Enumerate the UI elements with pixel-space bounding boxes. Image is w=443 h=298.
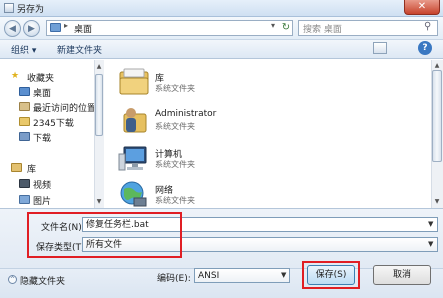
help-icon[interactable]: ? <box>418 41 432 55</box>
videos-icon <box>19 179 30 188</box>
breadcrumb-separator: ▸ <box>64 21 69 30</box>
highlight-box-save <box>302 261 360 289</box>
desktop-icon <box>19 87 30 96</box>
nav-library[interactable]: 库 <box>27 162 36 175</box>
library-folder-icon <box>119 68 149 95</box>
item-computer-type: 系统文件夹 <box>155 160 195 169</box>
nav-videos[interactable]: 视频 <box>33 178 51 191</box>
recent-places-icon <box>19 102 30 111</box>
search-icon[interactable]: ⚲ <box>424 21 431 32</box>
pictures-icon <box>19 195 30 204</box>
filename-dropdown-icon[interactable]: ▼ <box>428 220 433 228</box>
folder-icon <box>50 23 61 32</box>
scroll-up-icon[interactable]: ▲ <box>95 62 103 71</box>
new-folder-button[interactable]: 新建文件夹 <box>57 43 102 56</box>
filetype-dropdown-icon[interactable]: ▼ <box>428 240 433 248</box>
item-network-type: 系统文件夹 <box>155 196 195 205</box>
nav-2345-download[interactable]: 2345下载 <box>33 116 74 129</box>
breadcrumb-desktop[interactable]: 桌面 <box>74 22 92 35</box>
encoding-dropdown-icon[interactable]: ▼ <box>281 271 286 279</box>
item-administrator-name[interactable]: Administrator <box>155 109 216 119</box>
search-placeholder: 搜索 桌面 <box>303 25 342 35</box>
scroll-down-icon[interactable]: ▼ <box>95 197 103 206</box>
refresh-icon[interactable]: ↻ <box>279 20 293 36</box>
highlight-box-filename <box>27 212 182 258</box>
back-button[interactable]: ◀ <box>4 20 21 37</box>
close-button[interactable]: ✕ <box>404 0 440 15</box>
encoding-select[interactable]: ANSI <box>194 268 290 283</box>
content-scroll-down-icon[interactable]: ▼ <box>432 197 442 207</box>
cancel-button[interactable]: 取消 <box>373 265 431 285</box>
content-scroll-thumb[interactable] <box>432 70 442 162</box>
computer-icon <box>118 146 147 171</box>
address-dropdown-icon[interactable]: ▾ <box>271 21 275 30</box>
nav-downloads[interactable]: 下载 <box>33 131 51 144</box>
encoding-label: 编码(E): <box>157 274 191 284</box>
item-administrator-type: 系统文件夹 <box>155 122 195 131</box>
nav-favorites[interactable]: 收藏夹 <box>27 71 54 84</box>
encoding-value: ANSI <box>198 271 220 281</box>
notepad-icon <box>4 3 14 13</box>
nav-scroll-thumb[interactable] <box>95 74 103 136</box>
nav-pictures[interactable]: 图片 <box>33 194 51 207</box>
window-title: 另存为 <box>17 5 45 15</box>
favorites-star-icon: ★ <box>11 71 20 81</box>
file-list <box>105 60 431 208</box>
hide-folders-button[interactable]: 隐藏文件夹 <box>20 274 65 287</box>
user-folder-icon <box>123 108 147 133</box>
collapse-icon[interactable]: ^ <box>8 275 17 284</box>
folder-icon <box>19 117 30 126</box>
nav-recent[interactable]: 最近访问的位置 <box>33 101 96 114</box>
forward-button[interactable]: ▶ <box>23 20 40 37</box>
view-options-icon[interactable] <box>373 42 387 54</box>
organize-button[interactable]: 组织 ▾ <box>11 43 36 56</box>
downloads-icon <box>19 132 30 141</box>
item-library-type: 系统文件夹 <box>155 84 195 93</box>
network-icon <box>120 181 147 207</box>
library-icon <box>11 163 22 172</box>
nav-desktop[interactable]: 桌面 <box>33 86 51 99</box>
title-bar <box>0 0 443 17</box>
